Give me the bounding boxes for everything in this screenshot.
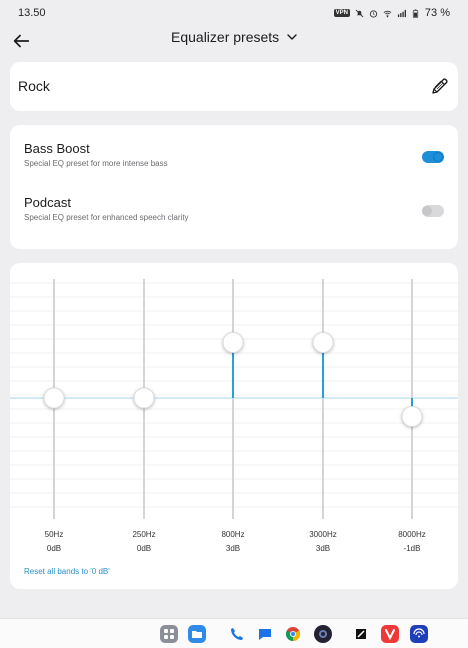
preset-selector[interactable]: Equalizer presets	[171, 29, 299, 45]
presets-toggles-card: Bass Boost Special EQ preset for more in…	[10, 125, 458, 249]
band-slider-thumb[interactable]	[401, 406, 423, 427]
vpn-icon: VPN	[333, 9, 350, 17]
band-slider-thumb[interactable]	[133, 387, 155, 409]
band-gain-label: 0dB	[136, 544, 152, 553]
camera-icon[interactable]	[314, 625, 332, 643]
files-icon[interactable]	[188, 625, 206, 643]
switch-knob	[422, 206, 432, 216]
band-frequency-label: 800Hz	[221, 530, 245, 539]
battery-percent: 73 %	[424, 7, 450, 19]
toggle-subtitle: Special EQ preset for more intense bass	[24, 159, 168, 168]
chrome-icon[interactable]	[284, 625, 302, 643]
band-gain-label: 3dB	[315, 544, 331, 553]
band-frequency-label: 3000Hz	[309, 530, 337, 539]
band-frequency-label: 50Hz	[44, 530, 64, 539]
toggle-title: Bass Boost	[24, 141, 90, 156]
system-dock	[0, 618, 468, 648]
reset-bands-link[interactable]: Reset all bands to '0 dB'	[24, 567, 110, 576]
app-drawer-icon[interactable]	[160, 625, 178, 643]
app-bar: Equalizer presets	[0, 26, 468, 56]
notes-icon[interactable]	[352, 625, 370, 643]
band-gain-label: 3dB	[225, 544, 241, 553]
band-slider-thumb[interactable]	[222, 332, 244, 353]
chevron-down-icon	[287, 34, 297, 40]
toggle-row-bass-boost[interactable]: Bass Boost Special EQ preset for more in…	[10, 137, 458, 187]
phone-icon[interactable]	[228, 625, 246, 643]
preset-name-card: Rock	[10, 62, 458, 111]
band-gain-label: 0dB	[46, 544, 62, 553]
wireless-icon[interactable]	[410, 625, 428, 643]
bass-boost-switch[interactable]	[422, 151, 444, 163]
equalizer-graph	[10, 279, 458, 519]
band-slider-thumb[interactable]	[312, 332, 334, 353]
vivaldi-icon[interactable]	[381, 625, 399, 643]
messages-icon[interactable]	[256, 625, 274, 643]
preset-name: Rock	[18, 78, 50, 94]
band-frequency-label: 8000Hz	[398, 530, 426, 539]
arrow-left-icon[interactable]	[10, 30, 32, 52]
band-gain-label: -1dB	[403, 544, 421, 553]
status-icons: VPN 73 %	[333, 7, 450, 19]
wifi-icon	[383, 10, 392, 17]
switch-knob	[433, 152, 443, 162]
podcast-switch[interactable]	[422, 205, 444, 217]
pencil-icon[interactable]	[430, 76, 450, 96]
signal-icon	[397, 9, 406, 17]
band-frequency-label: 250Hz	[132, 530, 156, 539]
toggle-row-podcast[interactable]: Podcast Special EQ preset for enhanced s…	[10, 191, 458, 241]
battery-icon	[412, 8, 419, 18]
status-time: 13.50	[18, 7, 46, 19]
equalizer-card: 50Hz 0dB 250Hz 0dB 800Hz 3dB 3000Hz 3dB 8000Hz -1…	[10, 263, 458, 589]
status-bar: 13.50 VPN 73 %	[0, 0, 468, 26]
toggle-subtitle: Special EQ preset for enhanced speech cl…	[24, 213, 189, 222]
band-slider-thumb[interactable]	[43, 387, 65, 409]
page-title: Equalizer presets	[171, 29, 280, 45]
alarm-icon	[369, 9, 378, 18]
mute-icon	[355, 9, 364, 17]
toggle-title: Podcast	[24, 195, 71, 210]
